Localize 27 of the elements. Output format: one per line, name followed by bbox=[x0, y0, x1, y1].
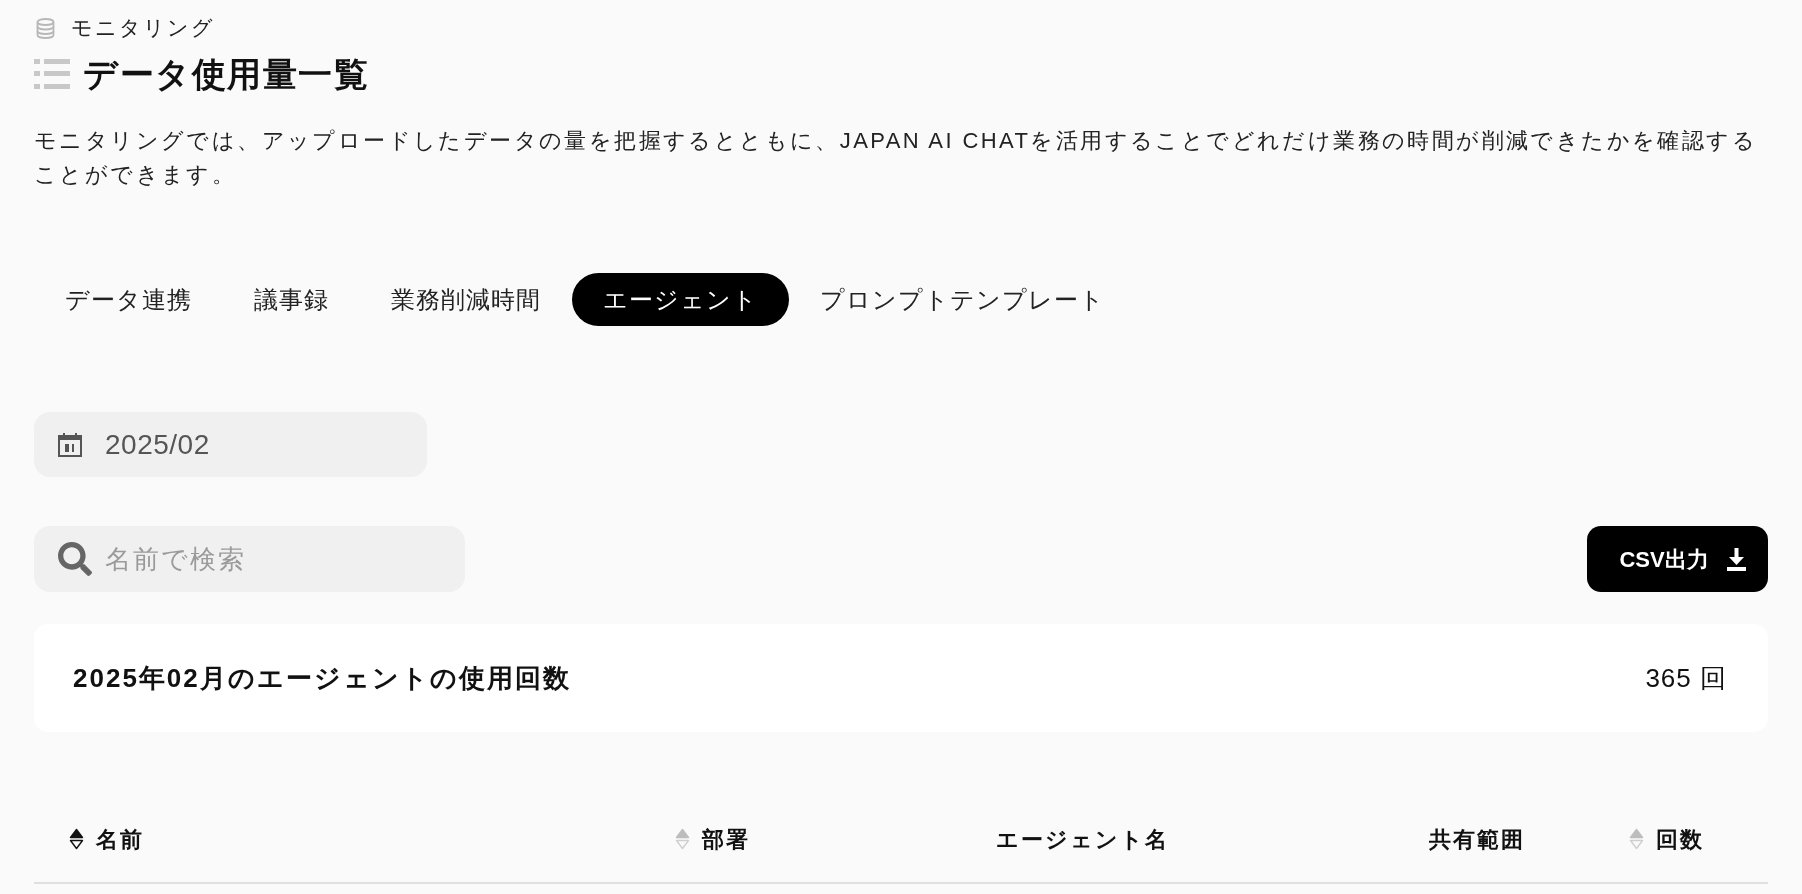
tab[interactable]: 業務削減時間 bbox=[360, 273, 572, 326]
list-icon bbox=[34, 59, 70, 89]
column-header: 共有範囲 bbox=[1429, 825, 1526, 854]
sort-icon[interactable] bbox=[69, 828, 84, 850]
column-header: エージェント名 bbox=[995, 825, 1169, 854]
search-icon bbox=[58, 542, 92, 576]
column-header[interactable]: 名前 bbox=[96, 822, 144, 856]
page-title: データ使用量一覧 bbox=[83, 54, 369, 95]
column-header[interactable]: 部署 bbox=[702, 822, 751, 856]
database-icon bbox=[36, 17, 55, 39]
summary-label: 2025年02月のエージェントの使用回数 bbox=[73, 661, 571, 695]
calendar-icon bbox=[58, 432, 82, 457]
csv-export-label: CSV出力 bbox=[1619, 545, 1709, 574]
summary-count: 365 回 bbox=[1645, 661, 1727, 695]
csv-export-button[interactable]: CSV出力 bbox=[1587, 526, 1768, 592]
column-header[interactable]: 回数 bbox=[1656, 822, 1705, 856]
tab[interactable]: エージェント bbox=[572, 273, 789, 326]
breadcrumb-label[interactable]: モニタリング bbox=[71, 14, 215, 42]
description-text: モニタリングでは、アップロードしたデータの量を把握するとともに、JAPAN AI CHATを活用することでどれだけ業務の時間が削減できたかを確認することができます。 bbox=[34, 127, 1758, 189]
download-icon bbox=[1726, 547, 1746, 571]
month-field[interactable]: 2025/02 bbox=[34, 412, 427, 477]
month-value: 2025/02 bbox=[105, 427, 210, 462]
tab[interactable]: プロンプトテンプレート bbox=[789, 273, 1136, 326]
search-field[interactable]: 名前で検索 bbox=[34, 526, 465, 592]
search-input[interactable]: 名前で検索 bbox=[105, 539, 405, 579]
tab[interactable]: データ連携 bbox=[34, 273, 223, 326]
tab[interactable]: 議事録 bbox=[223, 273, 360, 326]
